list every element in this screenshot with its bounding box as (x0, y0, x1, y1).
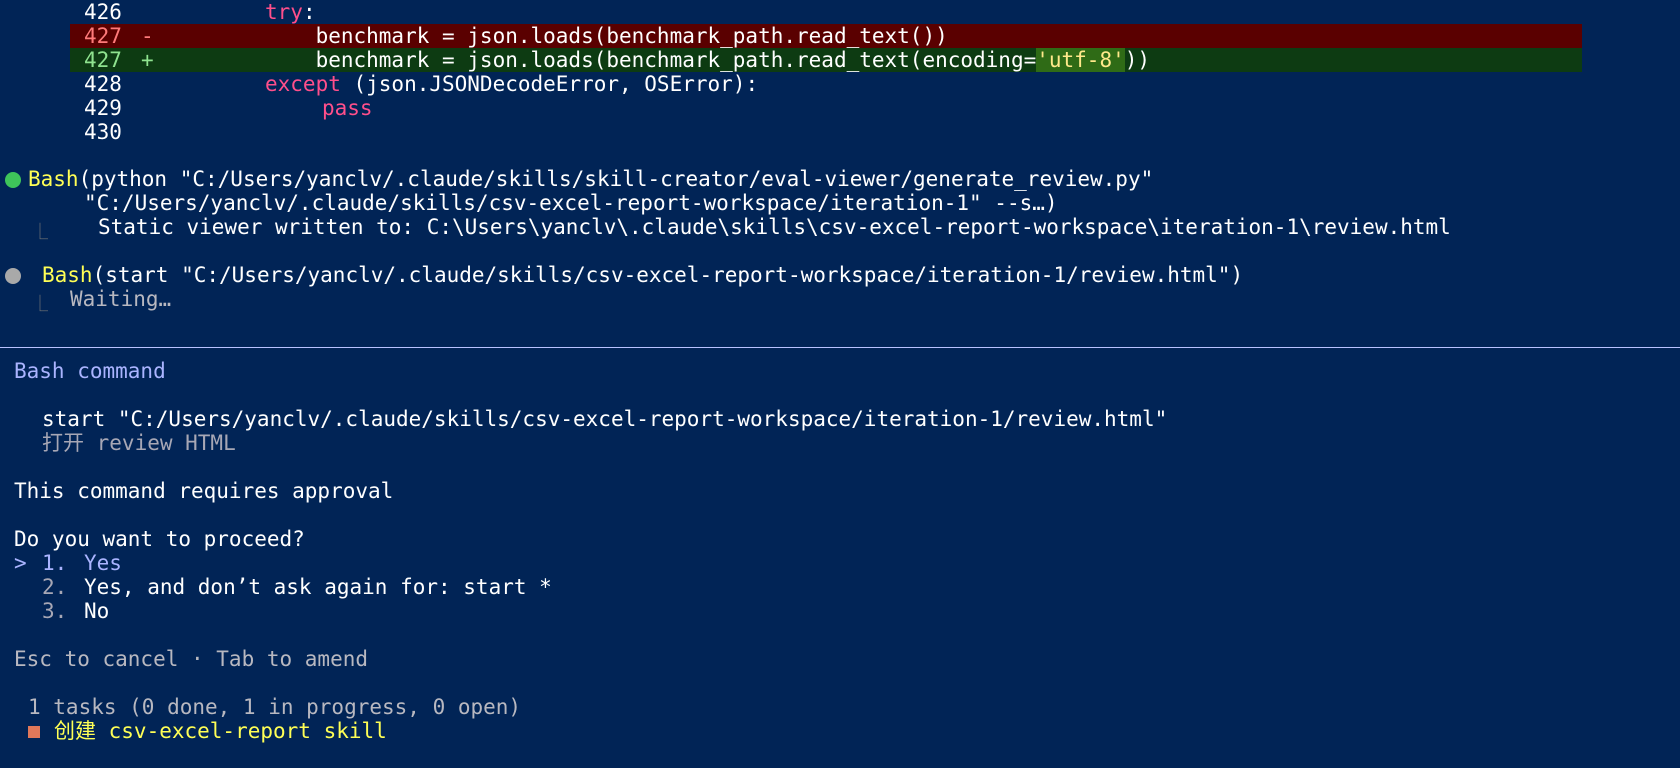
option-yes[interactable]: >1. Yes (14, 551, 122, 575)
line-number: 427 (84, 48, 122, 72)
tool-name: Bash (28, 167, 79, 191)
code-text: benchmark = json.loads(benchmark_path.re… (265, 24, 948, 48)
code-text: : (302, 0, 316, 24)
tool-result-waiting: Waiting… (70, 287, 172, 311)
line-number: 429 (84, 96, 122, 120)
diff-sign-plus: + (141, 48, 154, 72)
selection-cursor-icon: > (14, 551, 27, 575)
prompt-description: 打开 review HTML (42, 431, 236, 455)
option-no[interactable]: 3. No (14, 599, 214, 623)
diff-sign-minus: - (141, 24, 154, 48)
result-connector-icon: ⎿ (32, 222, 49, 241)
line-number: 426 (84, 0, 122, 24)
prompt-command: start "C:/Users/yanclv/.claude/skills/cs… (42, 407, 1168, 431)
tool-args-continued: "C:/Users/yanclv/.claude/skills/csv-exce… (84, 191, 1058, 215)
tool-call-header: Bash(python "C:/Users/yanclv/.claude/ski… (28, 167, 1153, 191)
tool-args: (start "C:/Users/yanclv/.claude/skills/c… (92, 263, 1244, 287)
tool-result: Static viewer written to: C:\Users\yancl… (98, 215, 1451, 239)
keyword-except: except (265, 72, 341, 96)
result-connector-icon: ⎿ (32, 294, 49, 313)
pending-status-icon (5, 268, 21, 284)
tool-name: Bash (42, 263, 93, 287)
option-yes-dont-ask-again[interactable]: 2. Yes, and don’t ask again for: start * (14, 575, 714, 599)
prompt-divider (0, 347, 1680, 348)
option-label: No (84, 599, 110, 623)
option-number: 2. (42, 575, 68, 599)
proceed-question: Do you want to proceed? (14, 527, 305, 551)
code-text: benchmark = json.loads(benchmark_path.re… (265, 48, 1037, 72)
option-number: 1. (42, 551, 68, 575)
option-label: Yes, and don’t ask again for: start * (84, 575, 552, 599)
tool-call-header: Bash(start "C:/Users/yanclv/.claude/skil… (42, 263, 1243, 287)
code-highlight: 'utf-8' (1036, 48, 1125, 72)
keyword-pass: pass (322, 96, 373, 120)
task-label: 创建 csv-excel-report skill (54, 719, 387, 743)
approval-note: This command requires approval (14, 479, 394, 503)
tool-args: (python "C:/Users/yanclv/.claude/skills/… (78, 167, 1154, 191)
line-number: 427 (84, 24, 122, 48)
option-number: 3. (42, 599, 68, 623)
keyboard-hint: Esc to cancel · Tab to amend (14, 647, 369, 671)
code-text: )) (1124, 48, 1151, 72)
line-number: 430 (84, 120, 122, 144)
task-summary: 1 tasks (0 done, 1 in progress, 0 open) (28, 695, 522, 719)
prompt-heading: Bash command (14, 359, 166, 383)
line-number: 428 (84, 72, 122, 96)
success-status-icon (5, 172, 21, 188)
code-text: (json.JSONDecodeError, OSError): (340, 72, 759, 96)
keyword-try: try (265, 0, 303, 24)
in-progress-square-icon (28, 726, 40, 738)
option-label: Yes (84, 551, 122, 575)
task-item: 创建 csv-excel-report skill (28, 719, 387, 743)
